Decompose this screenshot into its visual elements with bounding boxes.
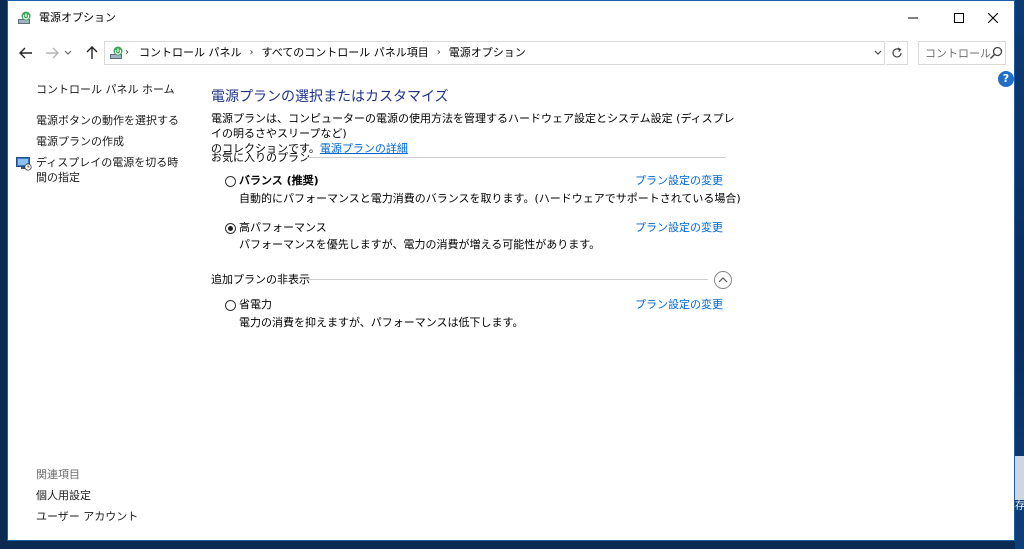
power-options-icon bbox=[18, 11, 31, 24]
related-items-heading: 関連項目 bbox=[36, 468, 80, 481]
arrow-right-icon bbox=[46, 47, 59, 59]
plan-description-balanced: 自動的にパフォーマンスと電力消費のバランスを取ります。(ハードウェアでサポートさ… bbox=[239, 192, 741, 205]
description-text: 電源プランは、コンピューターの電源の使用方法を管理するハードウェア設定とシステム… bbox=[211, 112, 735, 140]
change-plan-settings-link-high-performance[interactable]: プラン設定の変更 bbox=[635, 220, 723, 235]
chevron-down-icon bbox=[874, 50, 882, 55]
breadcrumb-separator-icon[interactable]: › bbox=[250, 42, 254, 64]
section-divider bbox=[304, 279, 708, 280]
search-input[interactable] bbox=[919, 42, 991, 64]
favorite-plans-heading: お気に入りのプラン bbox=[211, 151, 310, 164]
forward-button[interactable] bbox=[42, 43, 62, 63]
breadcrumb-item-all-items[interactable]: すべてのコントロール パネル項目 bbox=[262, 42, 429, 64]
breadcrumb-separator-icon[interactable]: › bbox=[125, 42, 129, 64]
chevron-down-icon bbox=[64, 50, 72, 55]
power-plan-details-link[interactable]: 電源プランの詳細 bbox=[320, 142, 408, 155]
plan-name-power-saver[interactable]: 省電力 bbox=[239, 297, 272, 312]
breadcrumb-separator-icon[interactable]: › bbox=[437, 42, 441, 64]
search-icon[interactable] bbox=[989, 46, 1003, 60]
window-title: 電源オプション bbox=[39, 11, 116, 24]
search-box[interactable] bbox=[918, 41, 1006, 65]
choose-power-button-link[interactable]: 電源ボタンの動作を選択する bbox=[36, 113, 179, 128]
plan-name-balanced[interactable]: バランス (推奨) bbox=[239, 173, 319, 188]
breadcrumb-item-power-options[interactable]: 電源オプション bbox=[449, 42, 526, 64]
back-button[interactable] bbox=[16, 43, 36, 63]
display-off-time-link[interactable]: ディスプレイの電源を切る時間の指定 bbox=[36, 155, 186, 185]
desktop-shortcut-icon[interactable] bbox=[1014, 456, 1024, 500]
plan-description-high-performance: パフォーマンスを優先しますが、電力の消費が増える可能性があります。 bbox=[239, 238, 601, 251]
close-button[interactable] bbox=[970, 1, 1014, 34]
refresh-icon bbox=[891, 47, 902, 58]
address-history-button[interactable] bbox=[871, 42, 885, 64]
user-accounts-link[interactable]: ユーザー アカウント bbox=[36, 509, 138, 524]
change-plan-settings-link-balanced[interactable]: プラン設定の変更 bbox=[635, 173, 723, 188]
breadcrumb: コントロール パネル › すべてのコントロール パネル項目 › 電源オプション bbox=[133, 42, 526, 64]
breadcrumb-item-control-panel[interactable]: コントロール パネル bbox=[139, 42, 242, 64]
maximize-icon bbox=[954, 12, 964, 23]
page-title: 電源プランの選択またはカスタマイズ bbox=[211, 89, 449, 105]
plan-radio-power-saver[interactable] bbox=[225, 300, 236, 311]
create-power-plan-link[interactable]: 電源プランの作成 bbox=[36, 134, 124, 149]
recent-locations-button[interactable] bbox=[62, 43, 74, 63]
collapse-additional-plans-button[interactable] bbox=[714, 271, 732, 289]
power-options-window: 電源オプション › コントロール パネル › すべてのコントロール パネル項目 … bbox=[7, 0, 1015, 541]
address-bar[interactable]: › コントロール パネル › すべてのコントロール パネル項目 › 電源オプショ… bbox=[104, 41, 885, 65]
arrow-left-icon bbox=[19, 47, 32, 59]
plan-description-power-saver: 電力の消費を抑えますが、パフォーマンスは低下します。 bbox=[239, 316, 524, 329]
plan-radio-high-performance[interactable] bbox=[225, 223, 236, 234]
section-divider bbox=[306, 157, 726, 158]
plan-name-high-performance[interactable]: 高パフォーマンス bbox=[239, 220, 327, 235]
refresh-button[interactable] bbox=[886, 41, 908, 65]
close-icon bbox=[988, 12, 998, 23]
up-button[interactable] bbox=[82, 43, 102, 63]
arrow-up-icon bbox=[86, 46, 98, 59]
minimize-button[interactable] bbox=[890, 1, 936, 34]
title-bar: 電源オプション bbox=[8, 1, 1014, 34]
chevron-up-icon bbox=[718, 277, 728, 283]
power-options-icon bbox=[110, 46, 123, 59]
control-panel-home-link[interactable]: コントロール パネル ホーム bbox=[36, 82, 175, 97]
help-icon[interactable]: ? bbox=[998, 71, 1014, 87]
desktop-shortcut-label: 存 bbox=[1015, 501, 1024, 512]
change-plan-settings-link-power-saver[interactable]: プラン設定の変更 bbox=[635, 297, 723, 312]
additional-plans-toggle-label[interactable]: 追加プランの非表示 bbox=[211, 272, 310, 287]
minimize-icon bbox=[908, 17, 918, 18]
personalization-link[interactable]: 個人用設定 bbox=[36, 488, 91, 503]
display-monitor-icon bbox=[16, 157, 32, 171]
plan-radio-balanced[interactable] bbox=[225, 176, 236, 187]
